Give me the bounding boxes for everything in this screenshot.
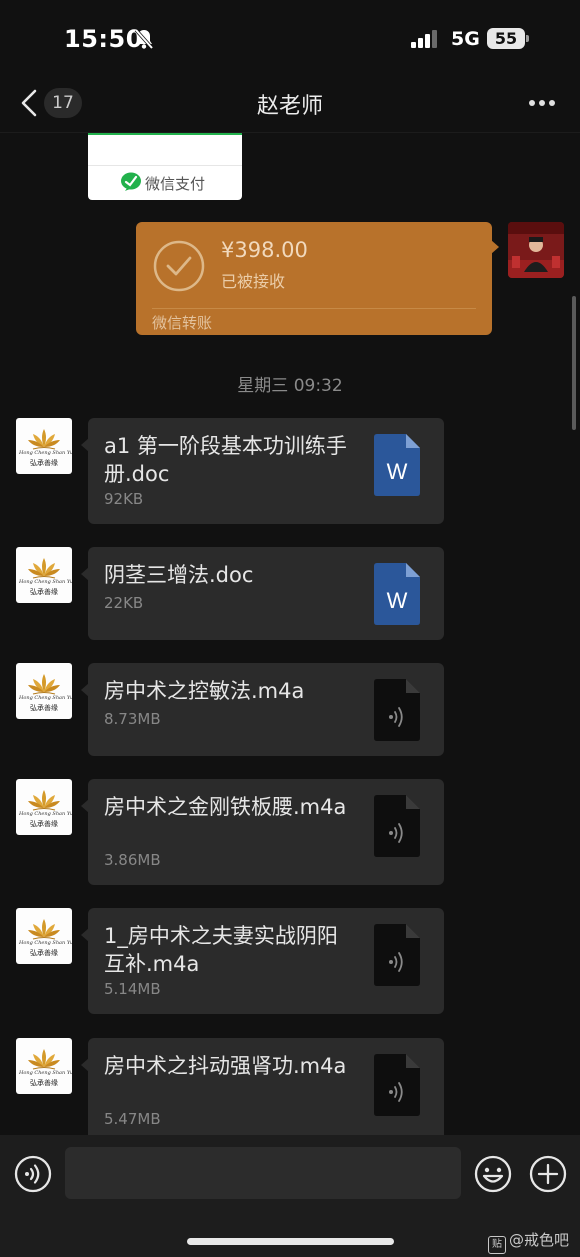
back-chevron-icon[interactable]	[20, 89, 38, 117]
battery-icon: 55	[487, 28, 525, 49]
accepted-check-icon	[153, 240, 205, 292]
watermark-text: @戒色吧	[509, 1231, 570, 1249]
file-name: 房中术之抖动强肾功.m4a	[104, 1054, 347, 1078]
file-size: 22KB	[104, 594, 144, 612]
lotus-logo-icon	[28, 790, 60, 811]
message-timestamp: 星期三 09:32	[237, 376, 343, 396]
watermark-badge: 贴	[488, 1236, 506, 1254]
emoji-icon[interactable]	[474, 1155, 512, 1193]
plus-icon[interactable]	[529, 1155, 567, 1193]
file-message[interactable]: a1 第一阶段基本功训练手册.doc 92KB W	[88, 418, 444, 524]
more-options-icon[interactable]	[528, 99, 556, 107]
sender-avatar[interactable]: Hong Cheng Shan Yuan 弘承善缘	[16, 663, 72, 719]
file-name: 1_房中术之夫妻实战阴阳互补.m4a	[104, 924, 338, 976]
lotus-logo-icon	[28, 429, 60, 450]
voice-input-icon[interactable]	[14, 1155, 52, 1193]
file-size: 5.47MB	[104, 1110, 161, 1128]
pay-card-divider	[88, 165, 242, 166]
file-size: 5.14MB	[104, 980, 161, 998]
chat-title: 赵老师	[256, 94, 323, 119]
avatar-brand-text: 弘承善缘	[30, 820, 58, 828]
transfer-status: 已被接收	[221, 272, 286, 291]
transfer-bubble[interactable]: ¥398.00 已被接收 微信转账	[136, 222, 492, 335]
watermark: 贴 @戒色吧	[488, 1229, 569, 1254]
pay-card-accent	[88, 133, 242, 135]
status-time: 15:50	[64, 25, 143, 53]
wechat-pay-card[interactable]: 微信支付	[88, 133, 242, 200]
transfer-divider	[152, 308, 476, 309]
header-divider	[0, 132, 580, 133]
avatar-brand-text: 弘承善缘	[30, 459, 58, 467]
mute-bell-icon	[134, 28, 154, 50]
avatar-latin-text: Hong Cheng Shan Yuan	[19, 450, 72, 456]
word-document-icon: W	[374, 434, 420, 496]
avatar-brand-text: 弘承善缘	[30, 704, 58, 712]
file-size: 92KB	[104, 490, 144, 508]
home-indicator[interactable]	[187, 1238, 394, 1245]
audio-file-icon	[374, 1054, 420, 1116]
lotus-logo-icon	[28, 674, 60, 695]
avatar-brand-text: 弘承善缘	[30, 588, 58, 596]
avatar-latin-text: Hong Cheng Shan Yuan	[19, 695, 72, 701]
signal-icon	[411, 30, 437, 48]
file-name: 房中术之金刚铁板腰.m4a	[104, 795, 347, 819]
file-message[interactable]: 阴茎三增法.doc 22KB W	[88, 547, 444, 640]
avatar-latin-text: Hong Cheng Shan Yuan	[19, 579, 72, 585]
sender-avatar[interactable]: Hong Cheng Shan Yuan 弘承善缘	[16, 418, 72, 474]
file-message[interactable]: 房中术之控敏法.m4a 8.73MB	[88, 663, 444, 756]
avatar-latin-text: Hong Cheng Shan Yuan	[19, 1070, 72, 1076]
audio-file-icon	[374, 795, 420, 857]
network-type: 5G	[451, 28, 480, 50]
sender-avatar[interactable]: Hong Cheng Shan Yuan 弘承善缘	[16, 908, 72, 964]
unread-count-badge[interactable]: 17	[44, 88, 82, 118]
file-message[interactable]: 房中术之抖动强肾功.m4a 5.47MB	[88, 1038, 444, 1144]
transfer-footer-label: 微信转账	[152, 314, 213, 332]
avatar-brand-text: 弘承善缘	[30, 949, 58, 957]
avatar-photo-icon	[508, 222, 564, 278]
audio-file-icon	[374, 924, 420, 986]
svg-text:W: W	[387, 588, 408, 613]
file-message[interactable]: 房中术之金刚铁板腰.m4a 3.86MB	[88, 779, 444, 885]
sender-avatar[interactable]: Hong Cheng Shan Yuan 弘承善缘	[16, 547, 72, 603]
transfer-amount: ¥398.00	[221, 238, 308, 262]
lotus-logo-icon	[28, 1049, 60, 1070]
sender-avatar[interactable]: Hong Cheng Shan Yuan 弘承善缘	[16, 1038, 72, 1094]
scrollbar-thumb[interactable]	[572, 296, 576, 430]
file-name: a1 第一阶段基本功训练手册.doc	[104, 434, 347, 486]
svg-text:W: W	[387, 459, 408, 484]
word-document-icon: W	[374, 563, 420, 625]
message-input[interactable]	[65, 1147, 461, 1199]
avatar-latin-text: Hong Cheng Shan Yuan	[19, 940, 72, 946]
file-size: 8.73MB	[104, 710, 161, 728]
transfer-bubble-tail	[491, 240, 499, 254]
file-message[interactable]: 1_房中术之夫妻实战阴阳互补.m4a 5.14MB	[88, 908, 444, 1014]
wechat-pay-logo-icon	[121, 172, 141, 191]
lotus-logo-icon	[28, 558, 60, 579]
battery-tip	[526, 35, 529, 42]
file-name: 房中术之控敏法.m4a	[104, 679, 305, 703]
sender-avatar[interactable]: Hong Cheng Shan Yuan 弘承善缘	[16, 779, 72, 835]
lotus-logo-icon	[28, 919, 60, 940]
file-name: 阴茎三增法.doc	[104, 563, 254, 587]
file-size: 3.86MB	[104, 851, 161, 869]
my-avatar[interactable]	[508, 222, 564, 278]
avatar-brand-text: 弘承善缘	[30, 1079, 58, 1087]
avatar-latin-text: Hong Cheng Shan Yuan	[19, 811, 72, 817]
pay-card-label: 微信支付	[145, 175, 206, 193]
audio-file-icon	[374, 679, 420, 741]
